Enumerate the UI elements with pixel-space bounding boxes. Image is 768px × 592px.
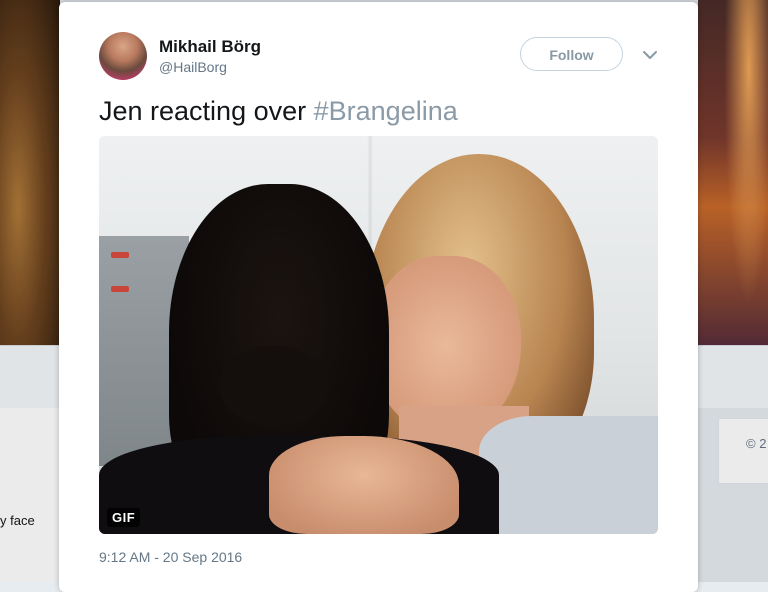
tweet-media-gif[interactable]: GIF [99, 136, 658, 534]
media-led [111, 286, 129, 292]
tweet-modal: Mikhail Börg @HailBorg Follow Jen reacti… [59, 2, 698, 592]
chevron-down-icon[interactable] [642, 49, 658, 61]
media-person-shirt [479, 416, 658, 534]
author-handle[interactable]: @HailBorg [159, 59, 227, 75]
media-person-hand [269, 436, 459, 534]
tweet-text-main: Jen reacting over [99, 96, 314, 126]
media-person-bun [219, 346, 329, 426]
author-display-name[interactable]: Mikhail Börg [159, 37, 261, 57]
hashtag-link[interactable]: #Brangelina [314, 96, 458, 126]
user-avatar[interactable] [99, 32, 147, 80]
tweet-timestamp[interactable]: 9:12 AM - 20 Sep 2016 [99, 549, 242, 565]
media-led [111, 252, 129, 258]
tweet-text: Jen reacting over #Brangelina [99, 96, 458, 127]
gif-badge: GIF [107, 508, 141, 527]
follow-button[interactable]: Follow [520, 37, 623, 71]
